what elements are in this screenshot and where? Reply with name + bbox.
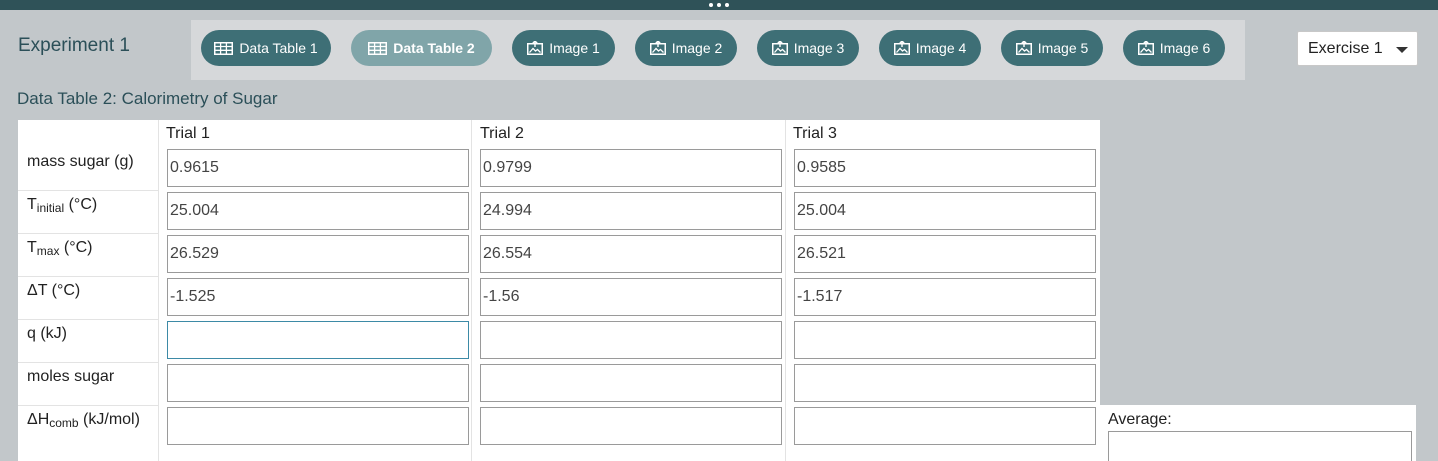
tab-image-3[interactable]: Image 3 bbox=[757, 30, 859, 66]
tab-label: Image 2 bbox=[671, 40, 723, 56]
row-divider bbox=[18, 190, 158, 191]
row-label-delta-t: ΔT (°C) bbox=[27, 282, 81, 299]
table-icon bbox=[214, 41, 234, 55]
image-icon bbox=[1137, 41, 1154, 55]
t-initial-trial-1-input[interactable] bbox=[167, 192, 469, 230]
t-initial-trial-3-input[interactable] bbox=[794, 192, 1096, 230]
row-label-mass-sugar: mass sugar (g) bbox=[27, 153, 134, 170]
drag-handle-icon[interactable] bbox=[709, 2, 729, 8]
image-icon bbox=[1015, 41, 1032, 55]
top-bar bbox=[0, 0, 1438, 10]
data-table: Trial 1 Trial 2 Trial 3 mass sugar (g) T… bbox=[18, 120, 1100, 461]
row-divider bbox=[18, 362, 158, 363]
table-title: Data Table 2: Calorimetry of Sugar bbox=[17, 89, 278, 108]
column-header-trial-3: Trial 3 bbox=[793, 125, 837, 142]
average-input[interactable] bbox=[1108, 431, 1412, 461]
tab-image-2[interactable]: Image 2 bbox=[635, 30, 737, 66]
column-divider bbox=[158, 120, 159, 461]
tab-label: Data Table 2 bbox=[393, 40, 475, 56]
tab-image-4[interactable]: Image 4 bbox=[879, 30, 981, 66]
tab-label: Image 4 bbox=[915, 40, 967, 56]
image-icon bbox=[649, 41, 666, 55]
image-icon bbox=[771, 41, 788, 55]
tab-label: Image 6 bbox=[1159, 40, 1211, 56]
row-divider bbox=[18, 319, 158, 320]
image-icon bbox=[527, 41, 544, 55]
delta-t-trial-1-input[interactable] bbox=[167, 278, 469, 316]
row-label-t-initial: Tinitial (°C) bbox=[27, 196, 98, 215]
tab-label: Image 5 bbox=[1037, 40, 1089, 56]
column-divider bbox=[471, 120, 472, 461]
tab-image-1[interactable]: Image 1 bbox=[512, 30, 615, 66]
image-icon bbox=[893, 41, 910, 55]
row-divider bbox=[18, 276, 158, 277]
tab-image-5[interactable]: Image 5 bbox=[1001, 30, 1103, 66]
column-header-trial-1: Trial 1 bbox=[166, 125, 210, 142]
tab-label: Image 1 bbox=[549, 40, 600, 56]
exercise-select[interactable]: Exercise 1 bbox=[1297, 31, 1418, 66]
delta-h-comb-trial-1-input[interactable] bbox=[167, 407, 469, 445]
mass-sugar-trial-2-input[interactable] bbox=[480, 149, 782, 187]
row-label-t-max: Tmax (°C) bbox=[27, 239, 93, 258]
tab-data-table-2[interactable]: Data Table 2 bbox=[351, 30, 492, 66]
exercise-select-value: Exercise 1 bbox=[1308, 40, 1383, 57]
tab-label: Data Table 1 bbox=[239, 40, 318, 56]
q-trial-3-input[interactable] bbox=[794, 321, 1096, 359]
moles-sugar-trial-3-input[interactable] bbox=[794, 364, 1096, 402]
q-trial-2-input[interactable] bbox=[480, 321, 782, 359]
tab-bar: Data Table 1 Data Table 2 Image 1 Image … bbox=[191, 20, 1245, 80]
delta-t-trial-3-input[interactable] bbox=[794, 278, 1096, 316]
table-icon bbox=[368, 41, 388, 55]
row-label-moles-sugar: moles sugar bbox=[27, 368, 115, 385]
row-divider bbox=[18, 233, 158, 234]
t-max-trial-2-input[interactable] bbox=[480, 235, 782, 273]
column-divider bbox=[785, 120, 786, 461]
mass-sugar-trial-3-input[interactable] bbox=[794, 149, 1096, 187]
row-divider bbox=[18, 405, 158, 406]
row-label-delta-h-comb: ΔHcomb (kJ/mol) bbox=[27, 411, 140, 430]
row-label-q: q (kJ) bbox=[27, 325, 67, 342]
moles-sugar-trial-1-input[interactable] bbox=[167, 364, 469, 402]
delta-h-comb-trial-3-input[interactable] bbox=[794, 407, 1096, 445]
t-initial-trial-2-input[interactable] bbox=[480, 192, 782, 230]
mass-sugar-trial-1-input[interactable] bbox=[167, 149, 469, 187]
t-max-trial-3-input[interactable] bbox=[794, 235, 1096, 273]
t-max-trial-1-input[interactable] bbox=[167, 235, 469, 273]
experiment-title: Experiment 1 bbox=[18, 35, 130, 56]
tab-image-6[interactable]: Image 6 bbox=[1123, 30, 1225, 66]
tab-label: Image 3 bbox=[793, 40, 845, 56]
caret-down-icon bbox=[1396, 47, 1408, 53]
column-header-trial-2: Trial 2 bbox=[480, 125, 524, 142]
delta-h-comb-trial-2-input[interactable] bbox=[480, 407, 782, 445]
average-label: Average: bbox=[1108, 411, 1172, 428]
moles-sugar-trial-2-input[interactable] bbox=[480, 364, 782, 402]
q-trial-1-input[interactable] bbox=[167, 321, 469, 359]
average-panel: Average: bbox=[1100, 405, 1416, 461]
tab-data-table-1[interactable]: Data Table 1 bbox=[201, 30, 331, 66]
delta-t-trial-2-input[interactable] bbox=[480, 278, 782, 316]
